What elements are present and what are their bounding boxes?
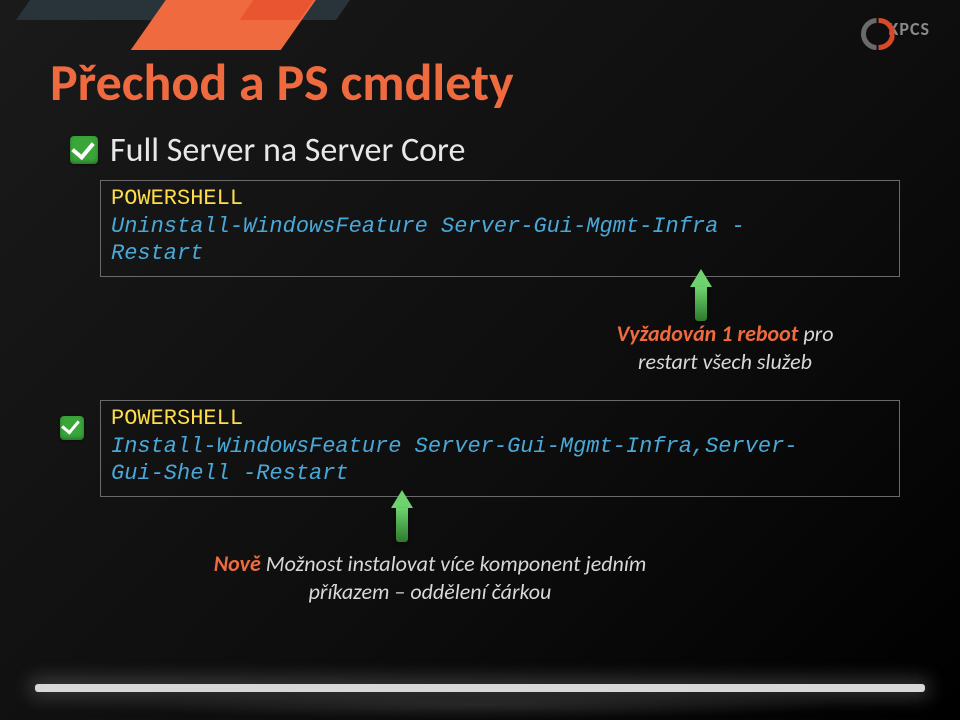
bullet-1: Full Server na Server Core (70, 130, 465, 171)
bottom-shadow (120, 690, 840, 720)
annotation-2-rest: Možnost instalovat více komponent jedním… (261, 550, 646, 605)
code-2-line-2: Gui-Shell -Restart (111, 460, 889, 488)
bullet-2 (60, 410, 84, 440)
logo-text: KPCS (889, 18, 930, 40)
bottom-bar (35, 684, 925, 692)
annotation-1: Vyžadován 1 reboot pro restart všech slu… (590, 320, 860, 375)
annotation-2: Nově Možnost instalovat více komponent j… (210, 550, 650, 605)
check-icon (70, 136, 98, 164)
code-2-line-1: Install-WindowsFeature Server-Gui-Mgmt-I… (111, 433, 889, 461)
code-1-line-1: Uninstall-WindowsFeature Server-Gui-Mgmt… (111, 213, 889, 241)
bullet-1-text: Full Server na Server Core (110, 130, 465, 171)
code-box-2: POWERSHELL Install-WindowsFeature Server… (100, 400, 900, 497)
logo-icon (861, 18, 883, 40)
code-1-label: POWERSHELL (111, 185, 889, 213)
arrow-up-icon (395, 490, 409, 542)
annotation-1-highlight: Vyžadován 1 reboot (616, 320, 798, 347)
check-icon (60, 416, 84, 440)
slide-title: Přechod a PS cmdlety (50, 50, 514, 114)
code-1-line-2: Restart (111, 240, 889, 268)
slide: KPCS Přechod a PS cmdlety Full Server na… (0, 0, 960, 720)
logo: KPCS (861, 18, 930, 40)
arrow-up-icon (694, 269, 708, 321)
code-box-1: POWERSHELL Uninstall-WindowsFeature Serv… (100, 180, 900, 277)
annotation-2-highlight: Nově (214, 550, 261, 577)
code-2-label: POWERSHELL (111, 405, 889, 433)
